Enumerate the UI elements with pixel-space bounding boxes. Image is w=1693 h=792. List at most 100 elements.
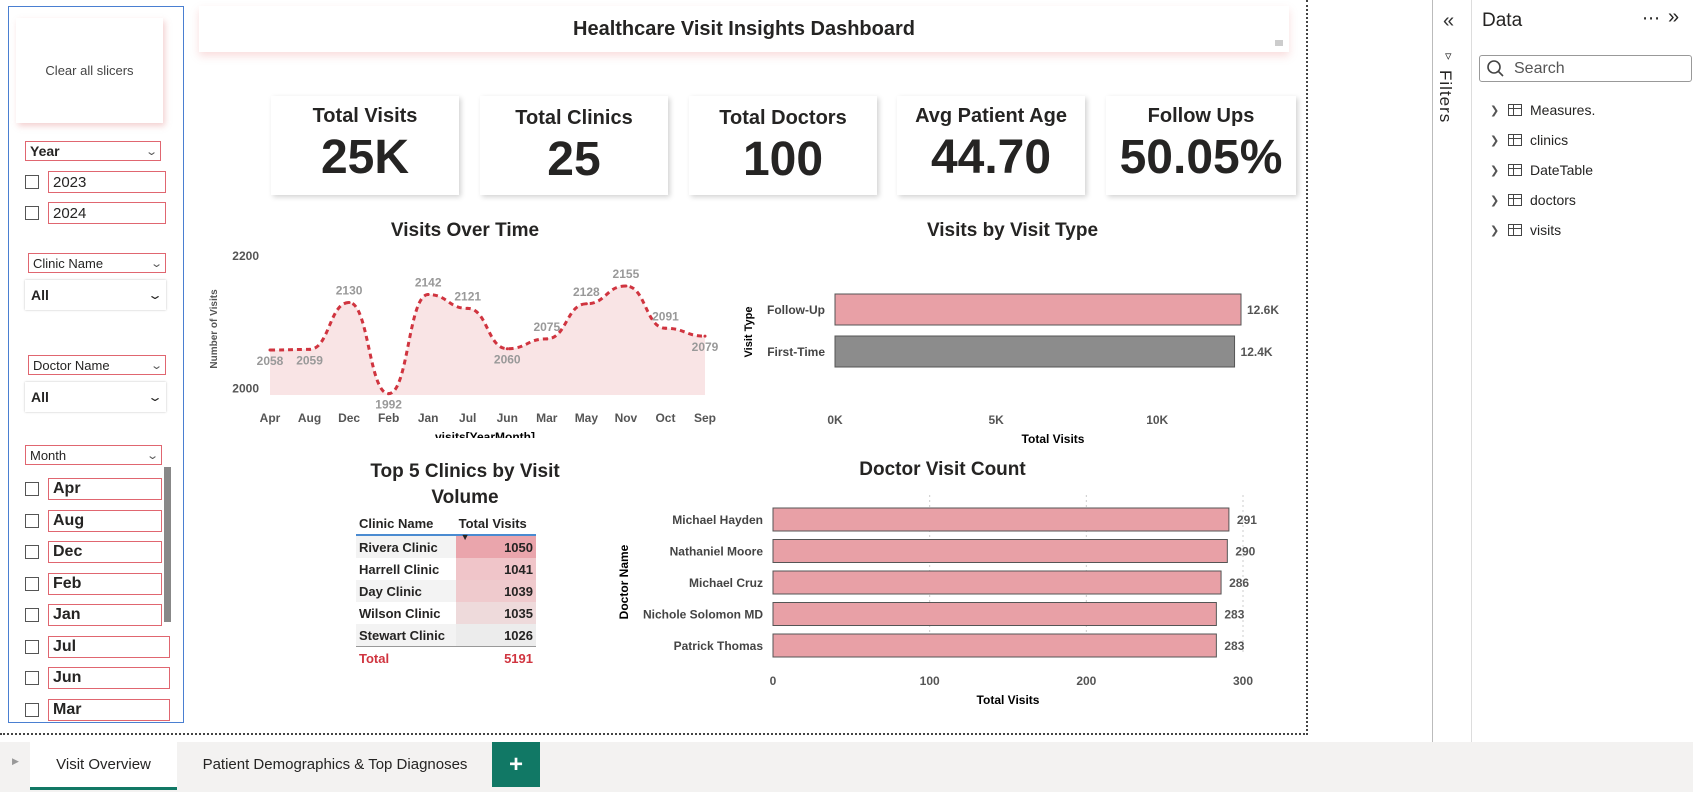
field-table-visits[interactable]: ❯ visits	[1490, 219, 1561, 241]
checkbox[interactable]	[25, 639, 39, 654]
doctor-visit-count-chart[interactable]: 0 100 200 300 Michael Hayden 291 Nathaniel Moo…	[612, 495, 1272, 710]
tab-patient-demographics[interactable]: Patient Demographics & Top Diagnoses	[185, 742, 485, 787]
checkbox[interactable]	[25, 482, 39, 496]
clear-all-slicers-button[interactable]: Clear all slicers	[16, 18, 163, 123]
checkbox[interactable]	[25, 671, 39, 685]
total-value: 5191	[455, 646, 536, 669]
cell-clinic-name: Harrell Clinic	[359, 561, 440, 577]
month-option-aug[interactable]: Aug	[25, 509, 162, 533]
kpi-value: 100	[742, 133, 824, 186]
checkbox[interactable]	[25, 702, 39, 717]
month-list-scrollbar[interactable]	[164, 467, 171, 622]
visits-by-type-chart[interactable]: Follow-Up 12.6K First-Time 12.4K 0K 5K 10K Tota…	[735, 280, 1295, 450]
table-row[interactable]: Harrell Clinic 1041	[356, 558, 536, 580]
chevron-right-icon[interactable]: ❯	[1490, 164, 1508, 177]
add-page-button[interactable]: +	[492, 742, 540, 787]
visits-over-time-chart[interactable]: 2058 2059 2130 1992 2142 2121 2060 2075 2128 2155…	[205, 243, 725, 438]
scroll-left-icon[interactable]: ▶	[12, 756, 19, 767]
month-option-feb[interactable]: Feb	[25, 572, 162, 596]
kpi-label: Total Doctors	[719, 107, 847, 129]
month-option-mar[interactable]: Mar	[25, 698, 170, 722]
bar	[834, 335, 1236, 368]
doctor-slicer-header[interactable]: Doctor Name ⌄	[28, 355, 166, 375]
table-row[interactable]: Stewart Clinic 1026	[356, 624, 536, 647]
x-tick-label: Mar	[536, 411, 558, 425]
doctor-dropdown[interactable]: All ⌄	[25, 382, 166, 412]
table-row[interactable]: Day Clinic 1039	[356, 580, 536, 602]
category-label: Michael Hayden	[672, 513, 763, 527]
month-option-apr[interactable]: Apr	[25, 477, 162, 501]
more-options-icon[interactable]: ⋯	[1642, 8, 1661, 29]
month-slicer-header[interactable]: Month ⌄	[25, 445, 162, 465]
resize-handle-icon[interactable]	[1275, 40, 1283, 46]
expand-right-icon[interactable]: »	[1668, 6, 1679, 29]
year-option-2024[interactable]: 2024	[25, 201, 166, 225]
checkbox[interactable]	[25, 175, 39, 189]
chevron-down-icon: ⌄	[146, 390, 164, 404]
data-point	[466, 306, 470, 310]
kpi-card-total-clinics: Total Clinics 25	[480, 96, 668, 195]
x-tick-label: Nov	[615, 411, 638, 425]
kpi-value: 25K	[320, 131, 410, 184]
collapse-left-icon[interactable]: «	[1443, 10, 1454, 33]
chevron-down-icon[interactable]: ⌄	[150, 257, 163, 270]
chart-title-doctor-visits: Doctor Visit Count	[859, 459, 1026, 480]
column-header-clinic-name[interactable]: Clinic Name	[356, 513, 456, 536]
column-header-label: Total Visits	[458, 516, 527, 531]
bar	[772, 602, 1217, 626]
chevron-right-icon[interactable]: ❯	[1490, 134, 1508, 147]
table-row[interactable]: Wilson Clinic 1035	[356, 602, 536, 624]
doctor-dropdown-value: All	[31, 389, 49, 405]
chevron-down-icon[interactable]: ⌄	[145, 145, 158, 158]
chevron-right-icon[interactable]: ❯	[1490, 224, 1508, 237]
search-input[interactable]: Search	[1479, 55, 1692, 82]
top-clinics-table[interactable]: Clinic Name Total Visits ▼ Rivera Clinic…	[356, 513, 536, 669]
x-axis-label: Total Visits	[977, 693, 1040, 707]
year-slicer-header[interactable]: Year ⌄	[25, 141, 161, 161]
checkbox[interactable]	[25, 545, 39, 559]
tab-visit-overview[interactable]: Visit Overview	[30, 742, 177, 790]
data-point	[268, 348, 272, 352]
data-label: 12.4K	[1241, 345, 1273, 359]
x-tick-label: Dec	[338, 411, 360, 425]
filters-label[interactable]: Filters	[1435, 70, 1455, 123]
month-option-jun[interactable]: Jun	[25, 666, 170, 690]
x-tick-label: May	[575, 411, 599, 425]
chevron-down-icon[interactable]: ⌄	[150, 359, 163, 372]
data-pane: Data ⋯ » Search ❯ Measures. ❯ clinics ❯ DateT…	[1472, 0, 1693, 742]
cell-total-visits: 1035	[455, 602, 536, 624]
column-header-total-visits[interactable]: Total Visits ▼	[455, 513, 536, 542]
clinic-slicer-header[interactable]: Clinic Name ⌄	[28, 253, 166, 273]
table-row[interactable]: Rivera Clinic 1050	[356, 535, 536, 558]
sort-desc-icon: ▼	[460, 532, 470, 542]
y-tick-label: 2000	[232, 381, 259, 395]
field-table-label: clinics	[1530, 132, 1569, 148]
x-axis-label: Total Visits	[1022, 432, 1085, 446]
cell-clinic-name: Day Clinic	[359, 583, 422, 599]
data-point	[663, 326, 667, 330]
chevron-down-icon[interactable]: ⌄	[146, 449, 159, 462]
checkbox[interactable]	[25, 206, 39, 220]
field-table-clinics[interactable]: ❯ clinics	[1490, 129, 1568, 151]
table-total-row: Total 5191	[356, 646, 536, 669]
field-table-doctors[interactable]: ❯ doctors	[1490, 189, 1576, 211]
clinic-dropdown[interactable]: All ⌄	[25, 280, 166, 310]
month-slicer-title: Month	[30, 447, 67, 463]
data-label: 2142	[415, 276, 442, 290]
plus-icon: +	[508, 750, 523, 778]
bar	[772, 570, 1222, 595]
month-option-jul[interactable]: Jul	[25, 635, 170, 659]
data-label: 2079	[692, 340, 719, 354]
chevron-right-icon[interactable]: ❯	[1490, 194, 1508, 207]
field-table-datetable[interactable]: ❯ DateTable	[1490, 159, 1593, 181]
month-option-dec[interactable]: Dec	[25, 540, 162, 564]
year-option-2023[interactable]: 2023	[25, 170, 166, 194]
checkbox[interactable]	[25, 608, 39, 622]
checkbox[interactable]	[25, 513, 39, 528]
field-table-measures[interactable]: ❯ Measures.	[1490, 99, 1595, 121]
chevron-right-icon[interactable]: ❯	[1490, 104, 1508, 117]
field-table-label: DateTable	[1530, 162, 1594, 178]
search-icon	[1487, 60, 1504, 77]
checkbox[interactable]	[25, 576, 39, 591]
month-option-jan[interactable]: Jan	[25, 603, 162, 627]
